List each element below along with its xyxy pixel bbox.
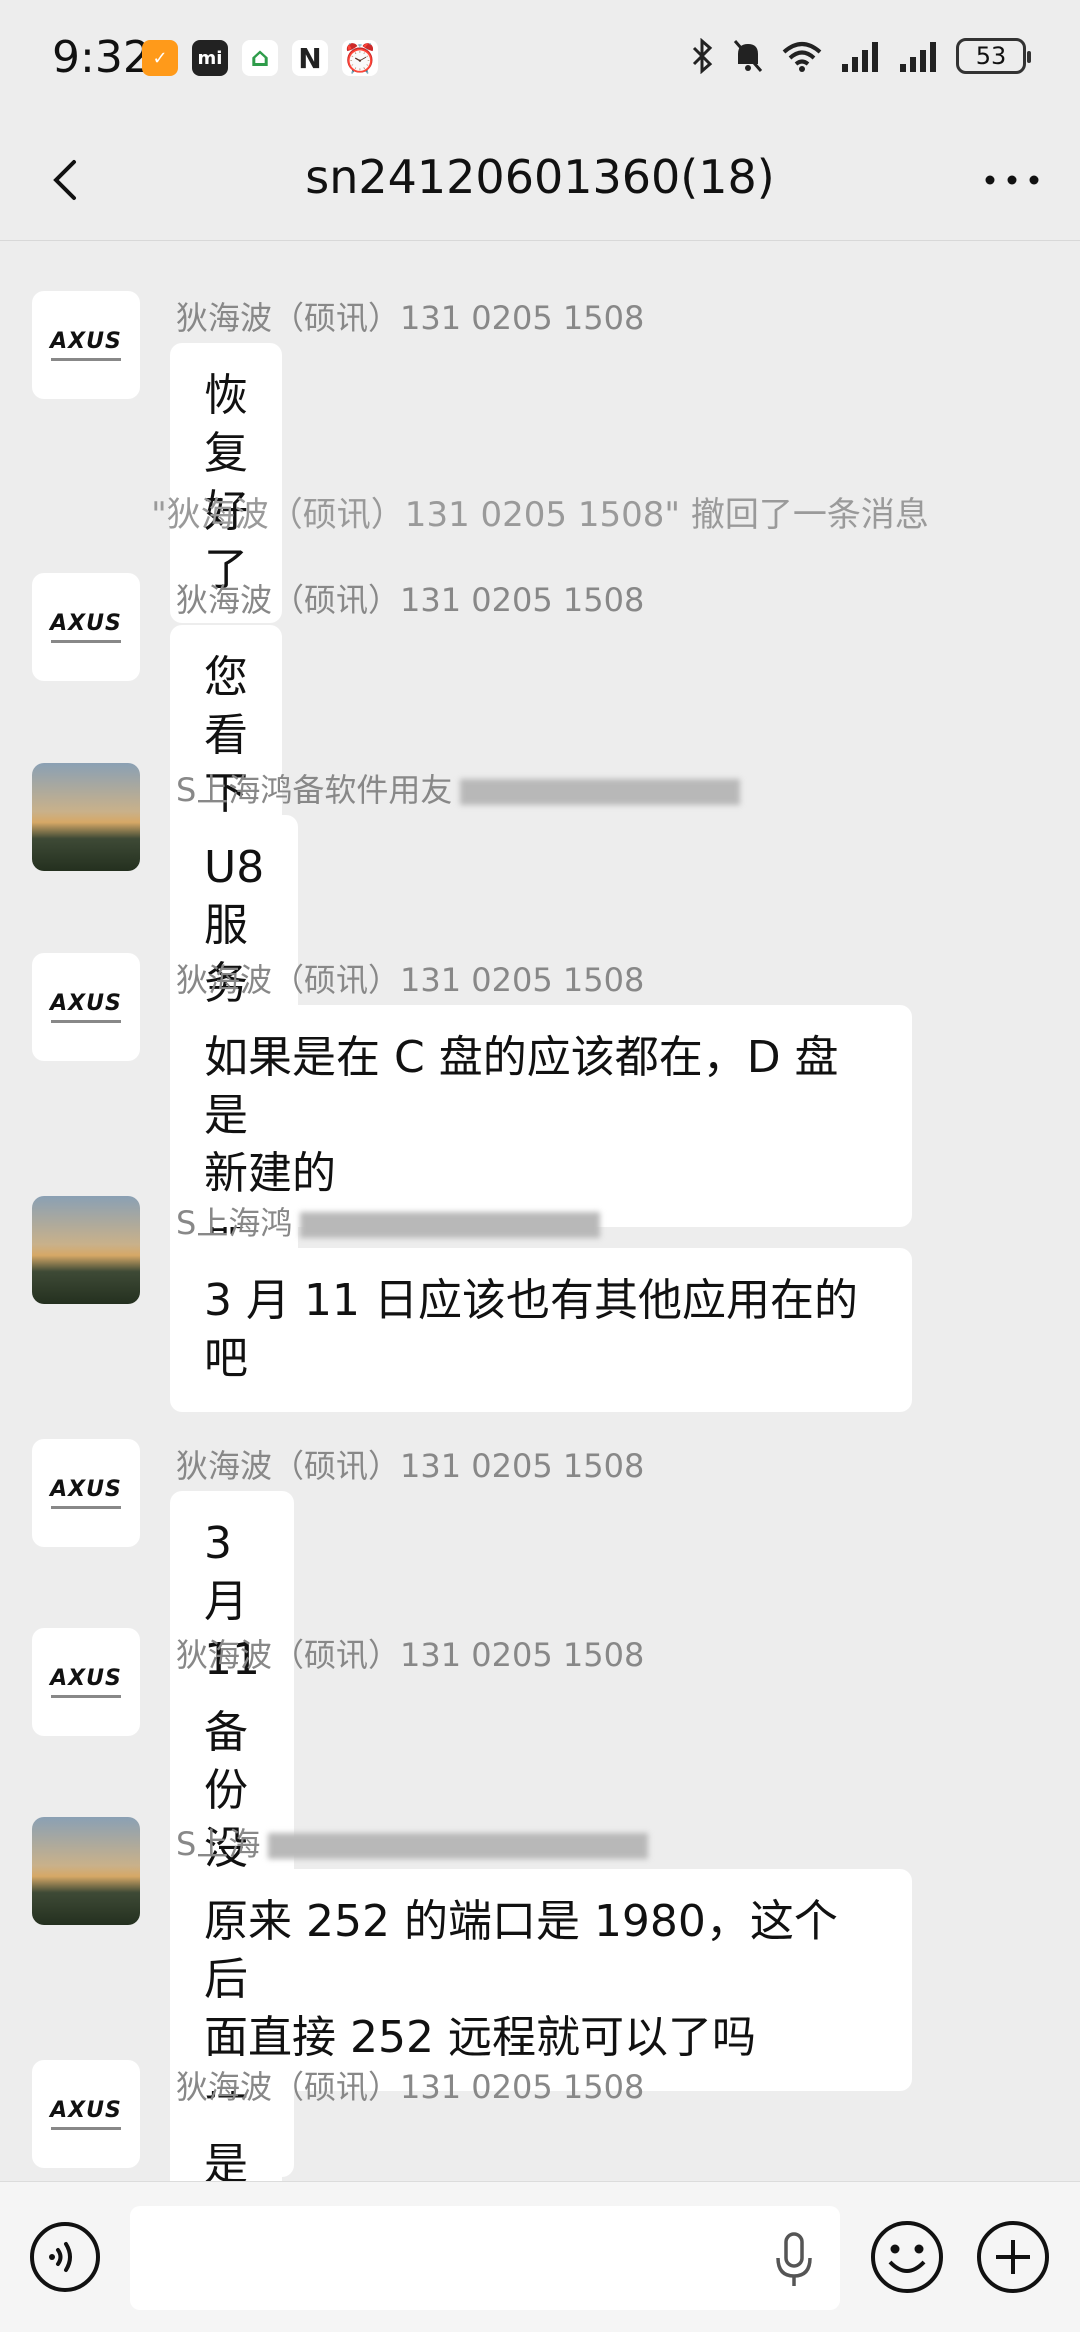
sender-name: S上海鸿备软件用友 <box>176 765 741 811</box>
sender-name: S上海 <box>176 1819 649 1865</box>
sender-name-text: S上海 <box>176 1825 261 1863</box>
input-bar <box>0 2181 1080 2332</box>
message-bubble[interactable]: 如果是在 C 盘的应该都在，D 盘是 新建的 <box>170 1005 912 1227</box>
bubble-line: 如果是在 C 盘的应该都在，D 盘是 <box>204 1032 839 1141</box>
logo-underline <box>51 1695 121 1698</box>
status-bar: 9:32 ✓ mi ⌂ N ⏰ 53 <box>0 0 1080 120</box>
bubble-line: 3 月 11 日应该也有其他应用在的 <box>204 1275 858 1326</box>
avatar[interactable]: AXUS <box>32 1439 140 1547</box>
status-icons-left: ✓ mi ⌂ N ⏰ <box>142 40 378 76</box>
alarm-icon: ⏰ <box>342 40 378 76</box>
logo-underline <box>51 1020 121 1023</box>
message-bubble[interactable]: 3 月 11 日应该也有其他应用在的 吧 <box>170 1248 912 1412</box>
chat-messages[interactable]: AXUS 狄海波（硕讯）131 0205 1508 恢复好了 "狄海波（硕讯）1… <box>0 241 1080 2181</box>
signal-icon <box>900 42 936 72</box>
message-bubble[interactable]: 原来 252 的端口是 1980，这个后 面直接 252 远程就可以了吗 <box>170 1869 912 2091</box>
logo-underline <box>51 358 121 361</box>
avatar[interactable]: AXUS <box>32 2060 140 2168</box>
redacted-text <box>300 1212 601 1238</box>
message-input[interactable] <box>130 2206 840 2310</box>
chat-title: sn24120601360(18) <box>305 150 775 204</box>
bluetooth-icon <box>692 38 713 74</box>
home-icon: ⌂ <box>242 40 278 76</box>
recall-notice: "狄海波（硕讯）131 0205 1508" 撤回了一条消息 <box>151 495 929 535</box>
sender-name: 狄海波（硕讯）131 0205 1508 <box>176 1636 645 1674</box>
logo-underline <box>51 640 121 643</box>
status-time: 9:32 <box>52 32 151 83</box>
more-icon[interactable] <box>980 160 1044 200</box>
chat-header: sn24120601360(18) <box>0 120 1080 241</box>
bubble-line: 原来 252 的端口是 1980，这个后 <box>204 1896 838 2005</box>
mute-icon <box>733 40 763 72</box>
sender-name: 狄海波（硕讯）131 0205 1508 <box>176 299 645 337</box>
sender-name: 狄海波（硕讯）131 0205 1508 <box>176 2068 645 2106</box>
bubble-line: 吧 <box>204 1333 248 1384</box>
sender-name: S上海鸿 <box>176 1198 601 1244</box>
logo-underline <box>51 1506 121 1509</box>
avatar[interactable]: AXUS <box>32 291 140 399</box>
sender-name-text: S上海鸿备软件用友 <box>176 771 453 809</box>
emoji-icon[interactable] <box>868 2218 946 2296</box>
axus-logo: AXUS <box>50 611 122 636</box>
message-bubble[interactable]: 是的 <box>170 2112 282 2181</box>
signal-icon <box>842 42 878 72</box>
logo-underline <box>51 2127 121 2130</box>
sender-name-text: S上海鸿 <box>176 1204 293 1242</box>
voice-input-icon[interactable] <box>28 2220 102 2294</box>
status-icons-right: 53 <box>690 38 1031 74</box>
message-bubble[interactable]: 您看下 <box>170 625 282 847</box>
avatar[interactable]: AXUS <box>32 953 140 1061</box>
mic-icon[interactable] <box>770 2230 818 2290</box>
avatar[interactable] <box>32 1196 140 1304</box>
axus-logo: AXUS <box>50 329 122 354</box>
redacted-text <box>268 1833 649 1859</box>
nfc-icon: N <box>292 40 328 76</box>
mi-icon: mi <box>192 40 228 76</box>
battery-indicator: 53 <box>956 38 1031 74</box>
avatar[interactable] <box>32 763 140 871</box>
plus-icon[interactable] <box>974 2218 1052 2296</box>
axus-logo: AXUS <box>50 1477 122 1502</box>
avatar[interactable]: AXUS <box>32 1628 140 1736</box>
bubble-line: 新建的 <box>204 1148 336 1199</box>
bubble-line: 面直接 252 远程就可以了吗 <box>204 2012 756 2063</box>
avatar[interactable] <box>32 1817 140 1925</box>
axus-logo: AXUS <box>50 991 122 1016</box>
axus-logo: AXUS <box>50 2098 122 2123</box>
taobao-icon: ✓ <box>142 40 178 76</box>
wifi-icon <box>782 42 822 72</box>
sender-name: 狄海波（硕讯）131 0205 1508 <box>176 581 645 619</box>
axus-logo: AXUS <box>50 1666 122 1691</box>
sender-name: 狄海波（硕讯）131 0205 1508 <box>176 1447 645 1485</box>
sender-name: 狄海波（硕讯）131 0205 1508 <box>176 961 645 999</box>
avatar[interactable]: AXUS <box>32 573 140 681</box>
redacted-text <box>460 779 741 805</box>
